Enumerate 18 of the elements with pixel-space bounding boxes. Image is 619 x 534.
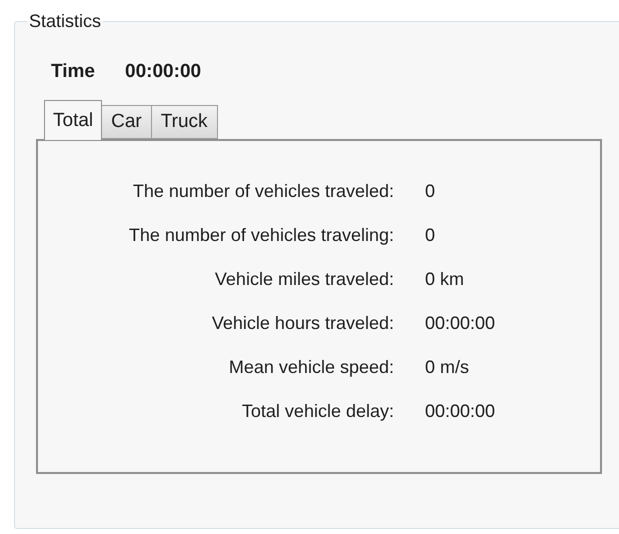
stat-label: Total vehicle delay: (240, 400, 394, 423)
tab[interactable]: Truck (150, 105, 218, 139)
stat-value: 00:00:00 (425, 400, 496, 423)
stat-value: 00:00:00 (425, 312, 496, 335)
stat-value: 0 m/s (425, 356, 470, 379)
group-title: Statistics (28, 10, 102, 32)
stat-label: Mean vehicle speed: (228, 356, 394, 379)
time-label: Time (51, 60, 96, 84)
stat-label: The number of vehicles traveling: (128, 224, 394, 247)
stat-label: Vehicle miles traveled: (214, 268, 394, 291)
tab[interactable]: Total (44, 100, 102, 140)
stat-label: Vehicle hours traveled: (210, 312, 394, 335)
tab[interactable]: Car (101, 105, 152, 139)
stat-value: 0 (425, 180, 436, 203)
stat-value: 0 km (425, 268, 466, 291)
stat-label: The number of vehicles traveled: (132, 180, 394, 203)
stat-value: 0 (425, 224, 436, 247)
time-value: 00:00:00 (125, 60, 202, 84)
